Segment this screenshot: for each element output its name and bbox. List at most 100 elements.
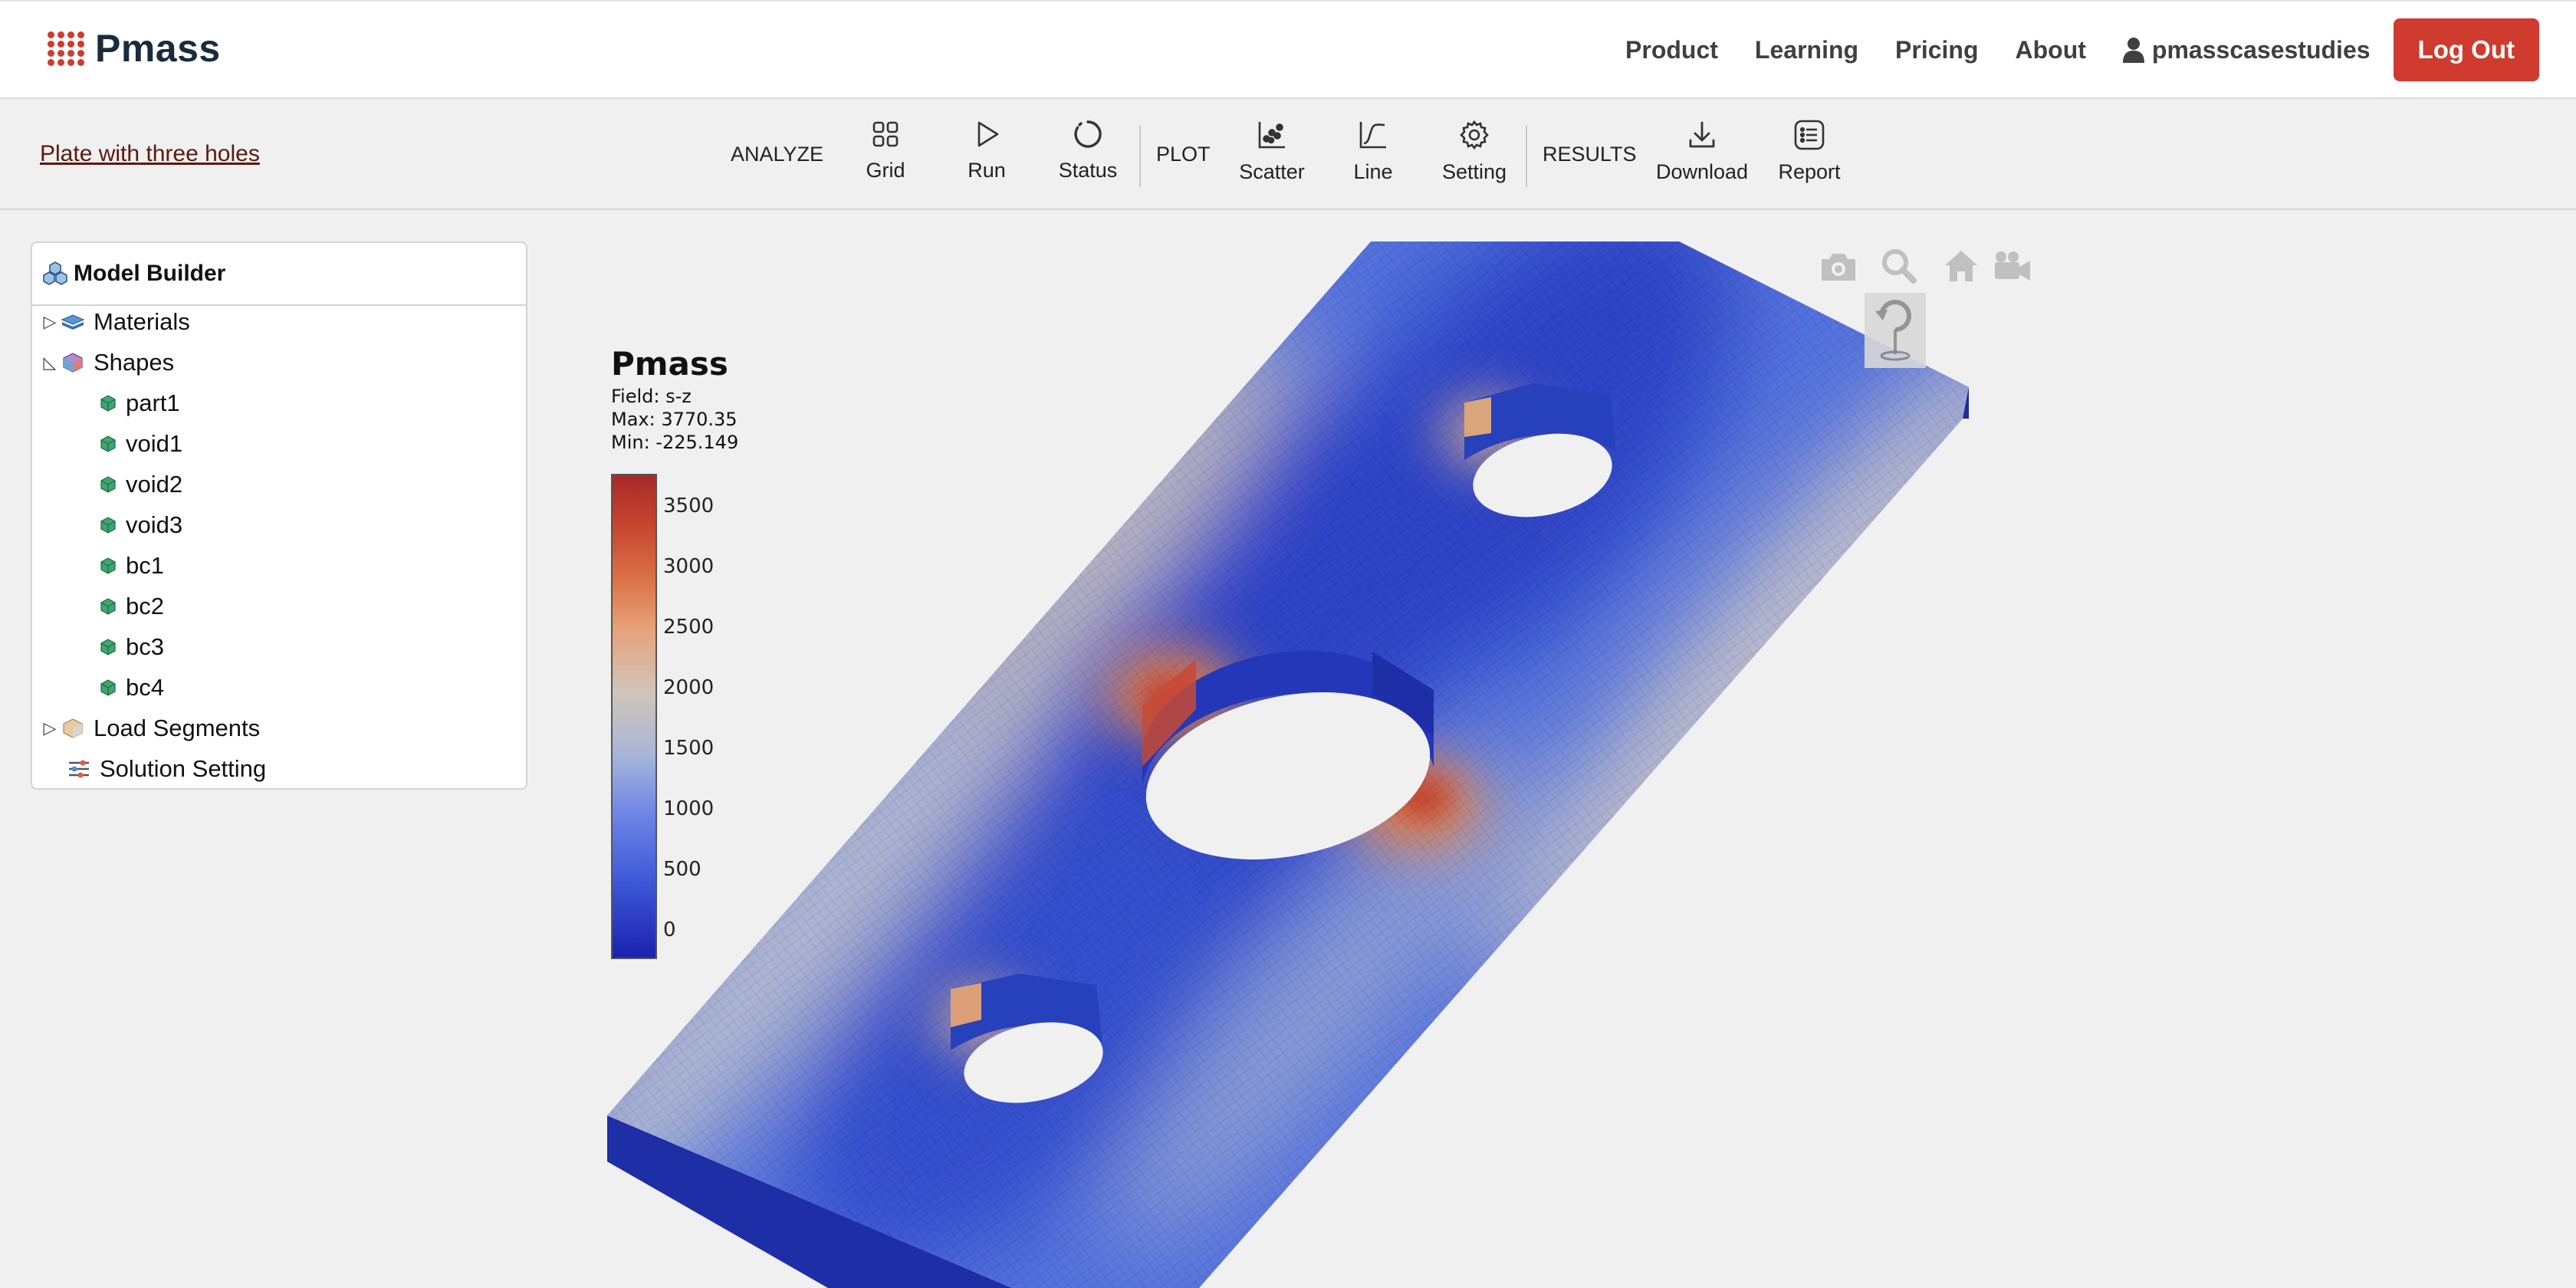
colorbar-tick: 0 bbox=[663, 918, 676, 941]
grid-label: Grid bbox=[866, 159, 905, 182]
tree-label: bc1 bbox=[126, 552, 164, 579]
tree-item-materials[interactable]: ▷ Materials bbox=[40, 303, 190, 341]
play-icon bbox=[978, 121, 999, 147]
logo-text: Pmass bbox=[95, 27, 221, 70]
logout-button[interactable]: Log Out bbox=[2393, 18, 2539, 81]
legend-min: Min: -225.149 bbox=[611, 432, 739, 453]
tree-label: bc4 bbox=[126, 674, 164, 701]
colorbar-tick: 2500 bbox=[663, 616, 715, 639]
scatter-button[interactable]: Scatter bbox=[1222, 119, 1322, 184]
home-icon[interactable] bbox=[1943, 248, 1980, 284]
colorbar-tick: 2000 bbox=[663, 676, 715, 699]
colorbar-tick: 500 bbox=[663, 858, 702, 881]
cube-icon bbox=[100, 395, 116, 412]
orbit-mode-toggle[interactable] bbox=[1865, 293, 1926, 368]
download-icon bbox=[1689, 121, 1715, 148]
model-builder-header: Model Builder bbox=[32, 243, 526, 306]
cube-icon bbox=[100, 476, 116, 493]
rotate-icon bbox=[1875, 300, 1911, 361]
setting-button[interactable]: Setting bbox=[1424, 119, 1524, 184]
report-button[interactable]: Report bbox=[1760, 119, 1859, 184]
cube-icon bbox=[100, 557, 116, 574]
tree-label: Load Segments bbox=[94, 715, 261, 741]
tree-label: Solution Setting bbox=[100, 755, 267, 782]
colorbar-tick: 1000 bbox=[663, 797, 715, 820]
nav-about-link[interactable]: About bbox=[2016, 36, 2086, 64]
collapse-caret-icon[interactable]: ◺ bbox=[40, 353, 60, 373]
setting-label: Setting bbox=[1441, 160, 1507, 183]
pmass-logo[interactable]: Pmass bbox=[48, 26, 221, 71]
analyze-section-label: ANALYZE bbox=[731, 143, 824, 166]
color-scale-bar bbox=[611, 474, 657, 959]
nav-links: Product Learning Pricing About pmasscase… bbox=[1625, 18, 2539, 81]
expand-caret-icon[interactable]: ▷ bbox=[40, 718, 60, 738]
camera-icon[interactable] bbox=[1819, 250, 1858, 284]
expand-caret-icon[interactable]: ▷ bbox=[40, 312, 60, 332]
tree-label: void1 bbox=[126, 430, 183, 457]
nav-learning-link[interactable]: Learning bbox=[1755, 36, 1858, 64]
tree-item-void1[interactable]: void1 bbox=[98, 425, 182, 463]
grid-button[interactable]: Grid bbox=[836, 119, 935, 182]
shapes-icon bbox=[63, 353, 83, 373]
report-label: Report bbox=[1778, 160, 1841, 183]
nav-product-link[interactable]: Product bbox=[1625, 36, 1718, 64]
project-name-link[interactable]: Plate with three holes bbox=[40, 141, 260, 167]
status-label: Status bbox=[1058, 159, 1118, 182]
colorbar-tick: 3000 bbox=[663, 555, 715, 578]
legend-title: Pmass bbox=[611, 345, 728, 383]
cube-icon bbox=[100, 435, 116, 452]
tree-item-void2[interactable]: void2 bbox=[98, 465, 182, 504]
tree-item-bc2[interactable]: bc2 bbox=[98, 587, 164, 626]
user-account[interactable]: pmasscasestudies bbox=[2122, 36, 2371, 64]
tree-item-bc4[interactable]: bc4 bbox=[98, 669, 164, 707]
toolbar-divider bbox=[1139, 126, 1141, 187]
tree-label: part1 bbox=[126, 389, 180, 416]
tree-label: void3 bbox=[126, 511, 183, 538]
tree-item-shapes[interactable]: ◺ Shapes bbox=[40, 343, 175, 382]
tree-item-load-segments[interactable]: ▷ Load Segments bbox=[40, 709, 261, 748]
toolbar: Plate with three holes ANALYZE Grid Run … bbox=[0, 99, 2576, 210]
gear-icon bbox=[1460, 120, 1489, 150]
legend-field: Field: s-z bbox=[611, 386, 692, 407]
cube-icon bbox=[100, 517, 116, 534]
colorbar-tick: 3500 bbox=[663, 495, 715, 518]
cube-icon bbox=[100, 679, 116, 696]
legend-max: Max: 3770.35 bbox=[611, 409, 738, 430]
cube-icon bbox=[100, 639, 116, 656]
tree-item-part1[interactable]: part1 bbox=[98, 384, 180, 422]
fem-result-viewport[interactable] bbox=[537, 210, 2576, 1288]
download-label: Download bbox=[1655, 160, 1749, 183]
load-segments-icon bbox=[63, 718, 83, 738]
tree-label: void2 bbox=[126, 471, 183, 498]
tree-item-bc1[interactable]: bc1 bbox=[98, 547, 164, 585]
tree-item-void3[interactable]: void3 bbox=[98, 506, 182, 544]
status-button[interactable]: Status bbox=[1038, 119, 1138, 182]
plot-section-label: PLOT bbox=[1156, 143, 1211, 166]
results-section-label: RESULTS bbox=[1543, 143, 1637, 166]
video-camera-icon[interactable] bbox=[1992, 250, 2033, 282]
colorbar-tick: 1500 bbox=[663, 737, 715, 760]
report-list-icon bbox=[1794, 120, 1825, 150]
model-builder-title: Model Builder bbox=[74, 261, 226, 286]
plate-top-face bbox=[607, 242, 1969, 1288]
nav-pricing-link[interactable]: Pricing bbox=[1895, 36, 1978, 64]
run-button[interactable]: Run bbox=[937, 119, 1037, 182]
line-chart-icon bbox=[1359, 122, 1386, 149]
cube-icon bbox=[100, 598, 116, 615]
sliders-icon bbox=[69, 760, 89, 778]
user-name[interactable]: pmasscasestudies bbox=[2152, 36, 2371, 64]
tree-item-bc3[interactable]: bc3 bbox=[98, 628, 164, 666]
tree-label: bc2 bbox=[126, 593, 164, 619]
top-navbar: Pmass Product Learning Pricing About pma… bbox=[0, 0, 2576, 99]
zoom-icon[interactable] bbox=[1880, 247, 1918, 285]
scatter-chart-icon bbox=[1258, 122, 1285, 149]
tree-item-solution-setting[interactable]: Solution Setting bbox=[66, 750, 266, 788]
scatter-label: Scatter bbox=[1239, 160, 1305, 183]
tree-label: Shapes bbox=[94, 349, 175, 376]
toolbar-divider bbox=[1526, 126, 1527, 187]
line-label: Line bbox=[1353, 160, 1393, 183]
download-button[interactable]: Download bbox=[1652, 119, 1752, 184]
tree-label: Materials bbox=[94, 308, 190, 335]
run-label: Run bbox=[968, 159, 1006, 182]
line-button[interactable]: Line bbox=[1323, 119, 1423, 184]
